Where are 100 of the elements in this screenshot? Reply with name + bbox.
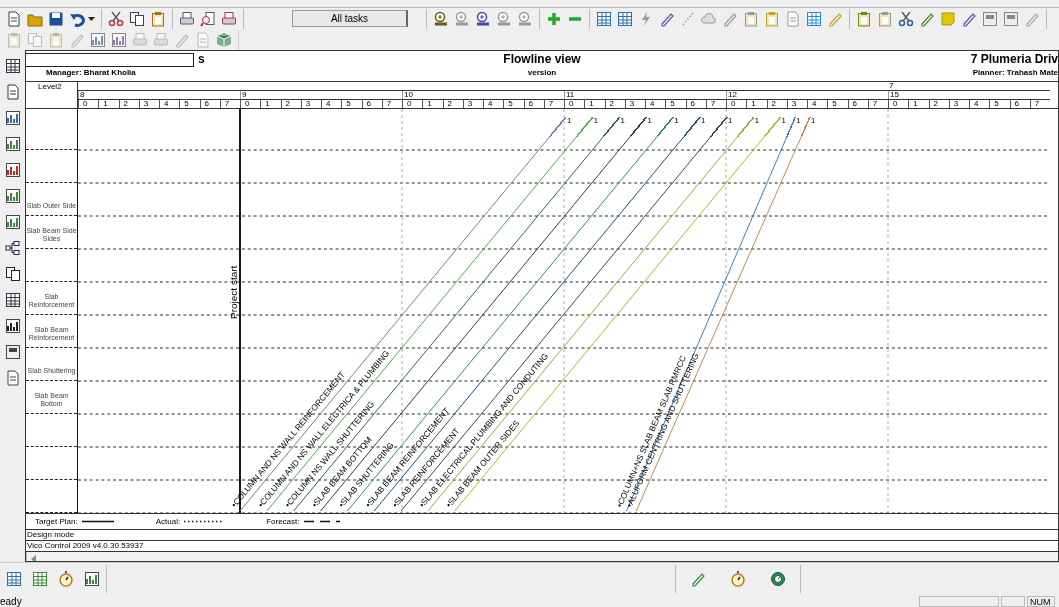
title-fragment: s [198, 51, 205, 68]
day-number: 1 [103, 99, 108, 108]
window-icon[interactable] [4, 344, 21, 360]
day-number: 1 [913, 99, 918, 108]
day-number: 2 [771, 99, 776, 108]
flowline-end-label: 1 [810, 115, 816, 125]
day-number: 0 [893, 99, 898, 108]
network-icon[interactable] [4, 240, 21, 256]
clipboard-icon[interactable] [764, 10, 780, 27]
scissors-icon[interactable] [898, 10, 914, 27]
day-number: 5 [832, 99, 837, 108]
level-value: 7 [889, 81, 894, 90]
day-number: 6 [852, 99, 857, 108]
day-number: 4 [164, 99, 169, 108]
scroll-left-icon[interactable] [31, 554, 36, 561]
day-number: 1 [751, 99, 756, 108]
day-number: 5 [670, 99, 675, 108]
stopwatch-icon[interactable] [730, 571, 746, 588]
cloud-icon[interactable] [701, 10, 717, 27]
day-number: 1 [265, 99, 270, 108]
day-number: 2 [123, 99, 128, 108]
project-name: 7 Plumeria Driv [970, 51, 1058, 68]
note-icon[interactable] [940, 10, 956, 27]
flowline-end-label: 1 [566, 115, 572, 125]
clipboard-icon[interactable] [6, 31, 22, 48]
status-panel [1001, 595, 1025, 607]
day-number: 1 [589, 99, 594, 108]
printer-icon[interactable] [221, 10, 237, 27]
day-number: 5 [184, 99, 189, 108]
flowline-end-label: 1 [620, 115, 625, 125]
day-number: 2 [609, 99, 614, 108]
caret-icon[interactable] [88, 16, 95, 21]
dotted-line-icon[interactable] [680, 10, 696, 27]
legend-label: Actual: [155, 517, 181, 526]
day-number: 7 [710, 99, 716, 108]
legend-label: Target Plan: [35, 517, 78, 526]
level-label: Level2 [38, 82, 62, 91]
day-number: 7 [386, 99, 392, 108]
day-number: 3 [791, 99, 797, 108]
planner-label: Planner: Trahash Mate [972, 68, 1058, 78]
table-icon[interactable] [596, 10, 612, 27]
flowline-end-label: 1 [647, 115, 652, 125]
flowline-end-label: 1 [701, 115, 706, 125]
week-number: 12 [728, 90, 737, 99]
pencil-icon[interactable] [690, 571, 706, 588]
solid-line-sample [81, 520, 114, 523]
flowline-end-label: 1 [674, 115, 679, 125]
paste-icon[interactable] [150, 10, 166, 27]
day-number: 5 [994, 99, 999, 108]
day-number: 3 [953, 99, 959, 108]
day-number: 6 [690, 99, 695, 108]
save-icon[interactable] [48, 10, 64, 27]
table-icon[interactable] [617, 10, 633, 27]
clipboard-icon[interactable] [743, 10, 759, 27]
clipboard-icon[interactable] [48, 31, 64, 48]
day-number: 6 [204, 99, 209, 108]
flowline-end-label: 1 [593, 115, 599, 125]
mode-label: Design mode [27, 530, 75, 539]
project-start-label: Project start [228, 265, 240, 319]
day-number: 5 [508, 99, 513, 108]
day-number: 0 [731, 99, 736, 108]
table-icon[interactable] [4, 58, 21, 74]
cube-icon[interactable] [216, 31, 232, 48]
pages-icon[interactable] [4, 266, 21, 282]
document-icon[interactable] [4, 370, 21, 386]
clipboard-icon[interactable] [856, 10, 872, 27]
bar-chart-icon[interactable] [4, 162, 21, 178]
day-number: 4 [812, 99, 817, 108]
all-tasks-button[interactable]: All tasks [292, 10, 408, 27]
view-title: Flowline view [503, 51, 581, 68]
dotted-line-sample [184, 520, 225, 523]
text-field[interactable] [26, 52, 194, 67]
stopwatch-icon[interactable] [58, 571, 74, 588]
day-number: 1 [427, 99, 432, 108]
printer-icon[interactable] [179, 10, 195, 27]
version-label: version [527, 68, 557, 78]
magnifier-icon[interactable] [475, 10, 491, 27]
flowline-end-label: 1 [754, 115, 760, 125]
document-icon[interactable] [4, 84, 21, 100]
plus-icon[interactable] [546, 10, 562, 27]
status-message: eady [0, 595, 22, 607]
new-document-icon[interactable] [6, 10, 22, 27]
chart-icon[interactable] [84, 571, 100, 588]
version-info: Vico Control 2009 v4.0.30.53937 [27, 541, 144, 550]
day-number: 7 [872, 99, 878, 108]
clipboard-icon[interactable] [877, 10, 893, 27]
zoom-in-icon[interactable] [433, 10, 449, 27]
legend-label: Forecast: [266, 517, 300, 526]
week-number: 15 [890, 90, 899, 99]
week-number: 11 [566, 90, 575, 99]
zoom-out-icon[interactable] [454, 10, 470, 27]
day-number: 0 [569, 99, 574, 108]
day-number: 7 [1034, 99, 1040, 108]
day-number: 4 [650, 99, 655, 108]
day-number: 7 [224, 99, 230, 108]
copy-icon[interactable] [129, 10, 145, 27]
scissors-icon[interactable] [108, 10, 124, 27]
day-number: 3 [467, 99, 473, 108]
print-preview-icon[interactable] [200, 10, 216, 27]
day-number: 2 [285, 99, 290, 108]
